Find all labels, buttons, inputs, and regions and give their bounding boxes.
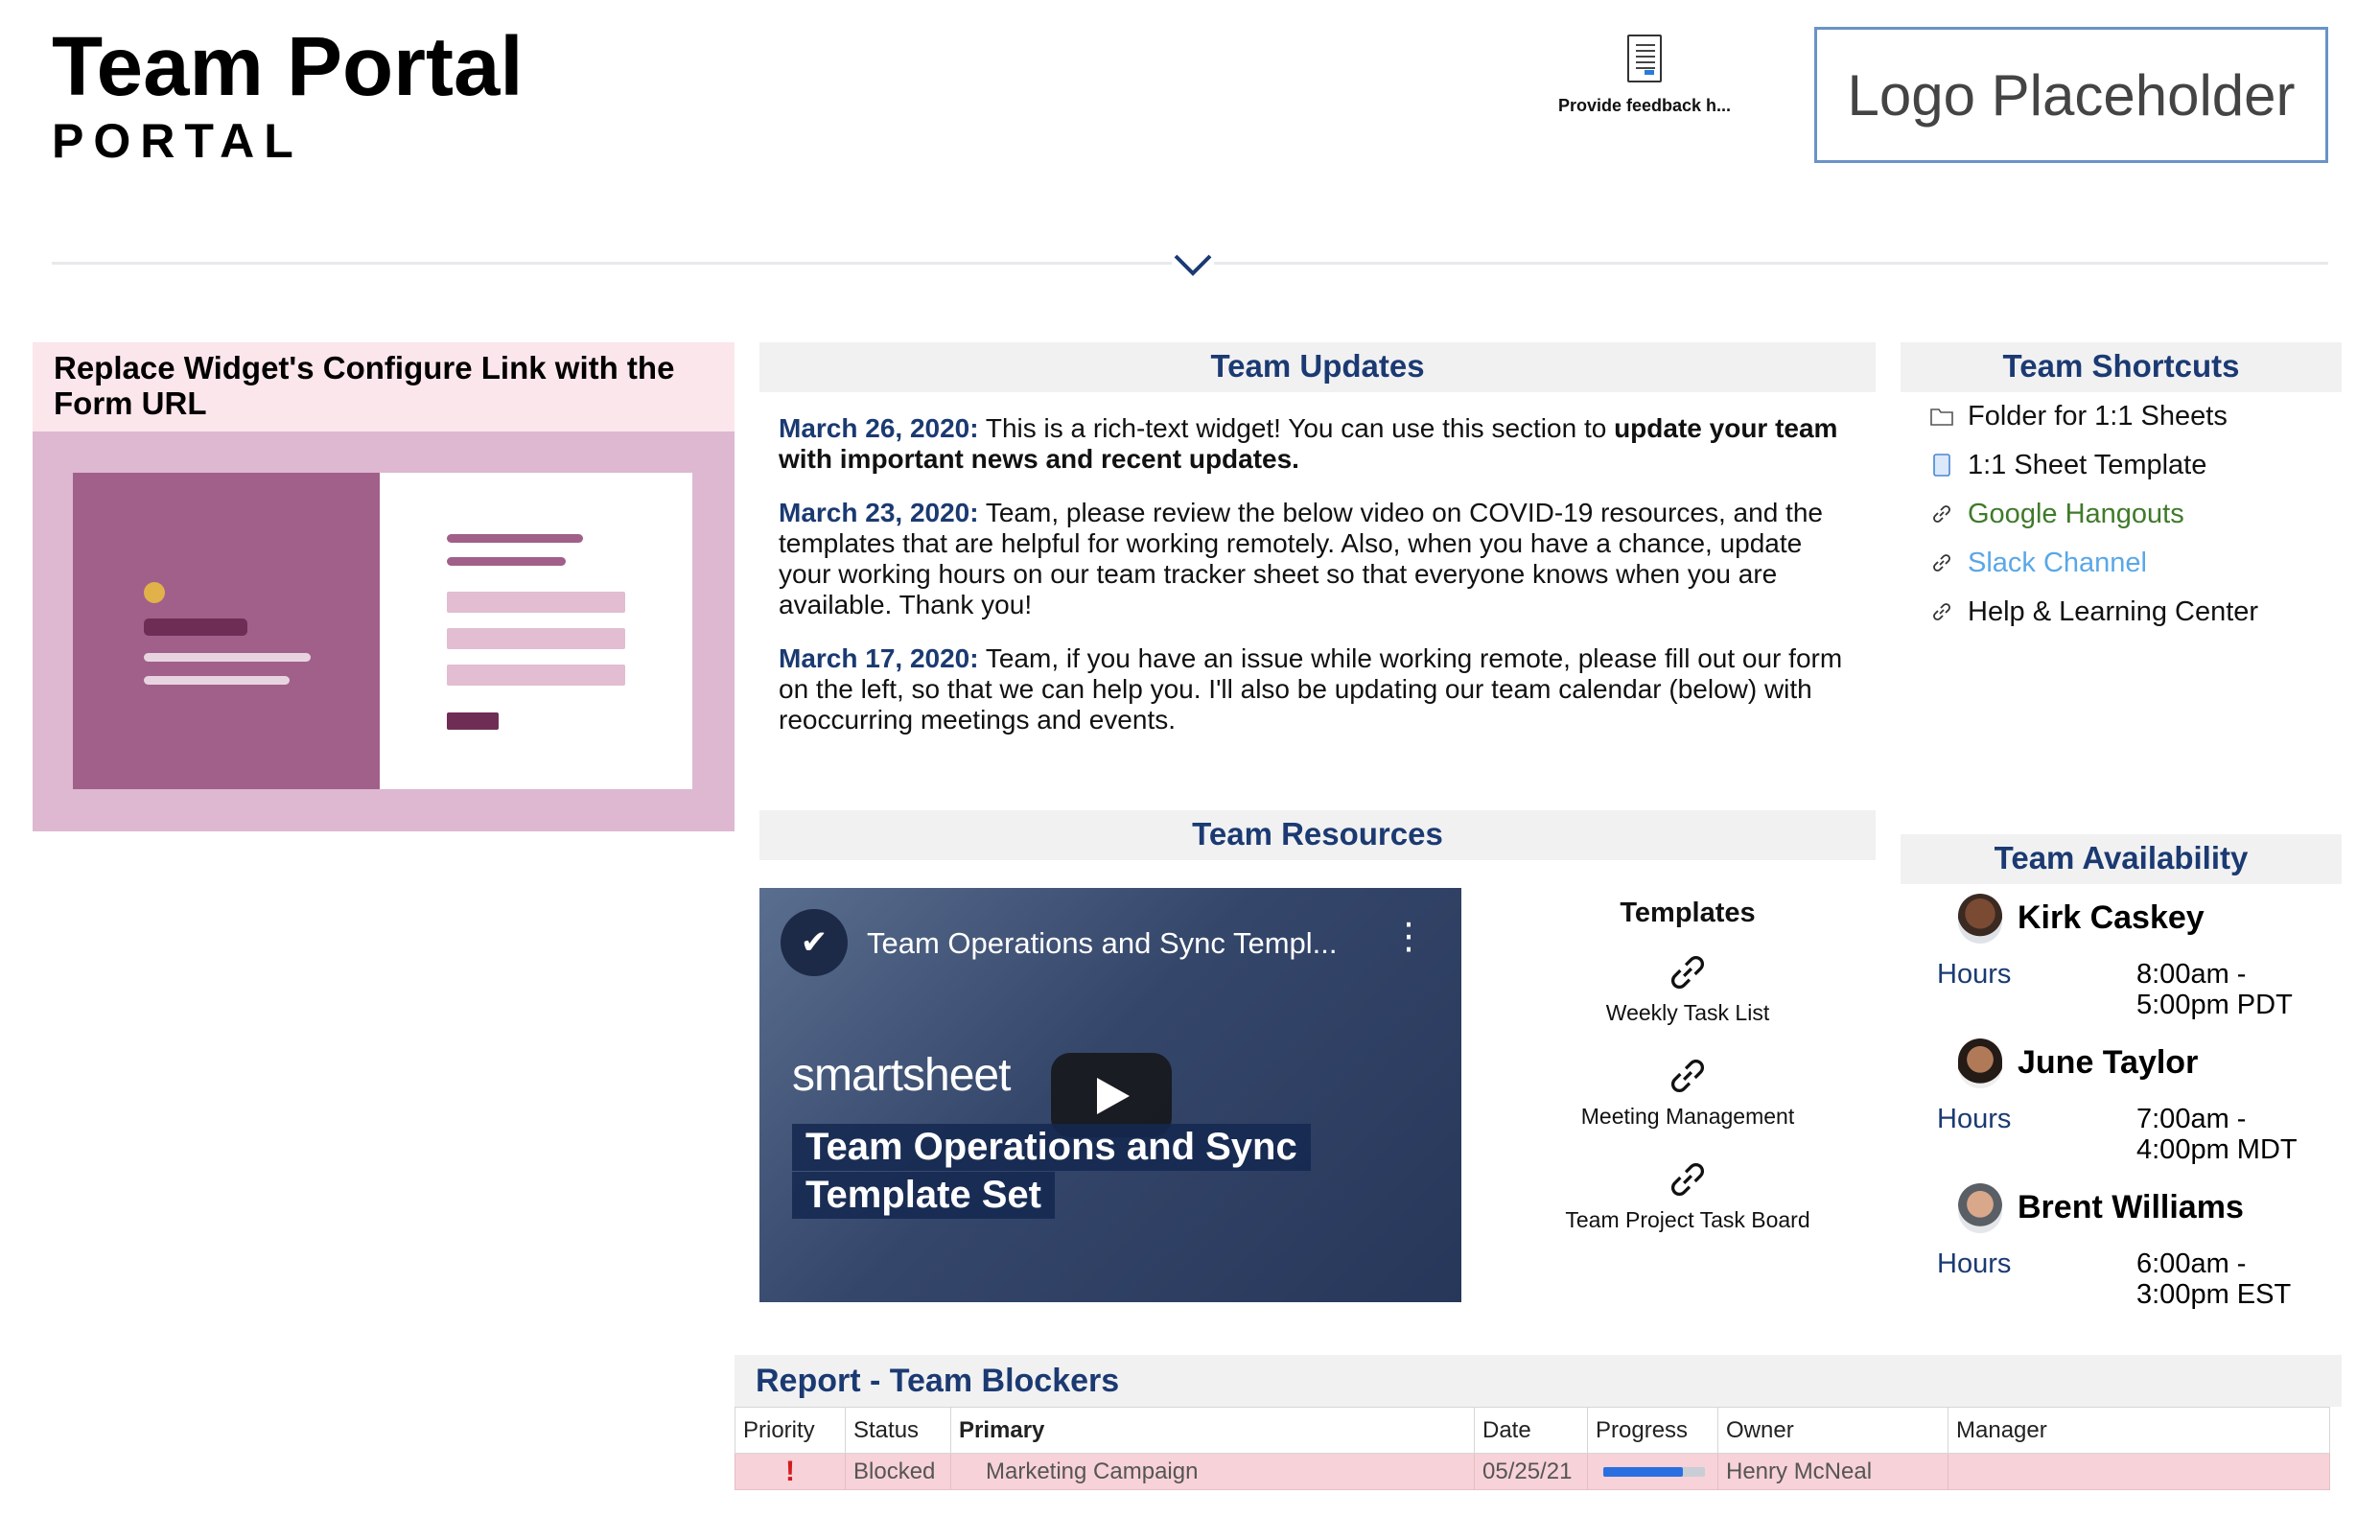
link-icon [1929,600,1954,623]
date-cell: 05/25/21 [1474,1453,1588,1490]
video-caption-line1: Team Operations and Sync [792,1124,1311,1171]
column-header[interactable]: Progress [1587,1407,1718,1454]
document-icon [1627,35,1662,82]
report-title: Report - Team Blockers [735,1355,2342,1407]
column-header[interactable]: Owner [1717,1407,1948,1454]
more-options-icon[interactable]: ⋮ [1390,919,1427,955]
link-icon [1515,1157,1860,1203]
page-title: Team Portal [52,20,524,113]
shortcut-sheet-template[interactable]: 1:1 Sheet Template [1929,449,2206,481]
progress-bar [1603,1466,1705,1477]
progress-fill [1603,1466,1683,1477]
page-subtitle: PORTAL [52,114,303,168]
team-resources-widget: Team Resources [759,810,1876,860]
update-entry: March 17, 2020: Team, if you have an iss… [779,643,1843,735]
update-entry: March 23, 2020: Team, please review the … [779,498,1823,619]
form-illustration [73,473,692,789]
form-widget[interactable]: Replace Widget's Configure Link with the… [33,342,735,831]
team-shortcuts-widget: Team Shortcuts Folder for 1:1 Sheets 1:1… [1901,342,2342,649]
chevron-down-icon[interactable] [1172,248,1214,281]
video-title[interactable]: Team Operations and Sync Templ... [867,926,1338,961]
avatar [1958,1183,2002,1233]
status-cell: Blocked [845,1453,951,1490]
shortcut-google-hangouts[interactable]: Google Hangouts [1929,498,2184,530]
priority-icon: ! [735,1453,846,1490]
link-icon [1929,502,1954,525]
team-availability-widget: Team Availability Kirk Caskey Hours 8:00… [1901,834,2342,1314]
progress-cell [1587,1453,1718,1490]
team-resources-title: Team Resources [759,810,1876,860]
shortcut-slack-channel[interactable]: Slack Channel [1929,547,2147,579]
column-header[interactable]: Manager [1948,1407,2330,1454]
team-updates-widget: Team Updates March 26, 2020: This is a r… [759,342,1876,758]
report-team-blockers: Report - Team Blockers Priority Status P… [735,1355,2342,1490]
team-availability-title: Team Availability [1901,834,2342,884]
smartsheet-logo: smartsheet [792,1050,1011,1101]
team-updates-title: Team Updates [759,342,1876,392]
column-header[interactable]: Status [845,1407,951,1454]
shortcut-folder[interactable]: Folder for 1:1 Sheets [1929,400,2228,432]
templates-heading: Templates [1620,898,1756,928]
template-link[interactable]: Weekly Task List [1515,950,1860,1054]
templates-list: Templates Weekly Task List Meeting Manag… [1515,898,1860,1261]
video-caption-line2: Template Set [792,1172,1055,1219]
column-header[interactable]: Priority [735,1407,846,1454]
primary-cell: Marketing Campaign [950,1453,1475,1490]
feedback-label: Provide feedback h... [1557,96,1732,115]
link-icon [1515,1054,1860,1100]
owner-cell: Henry McNeal [1717,1453,1948,1490]
link-icon [1515,950,1860,996]
table-row[interactable]: ! Blocked Marketing Campaign 05/25/21 He… [735,1453,2330,1490]
report-table: Priority Status Primary Date Progress Ow… [735,1407,2330,1490]
feedback-link[interactable]: Provide feedback h... [1544,35,1745,116]
video-player[interactable]: ✔ Team Operations and Sync Templ... ⋮ sm… [759,888,1461,1302]
folder-icon [1929,407,1954,426]
avatar [1958,894,2002,944]
template-link[interactable]: Meeting Management [1515,1054,1860,1157]
column-header[interactable]: Primary [950,1407,1475,1454]
manager-cell [1948,1453,2330,1490]
avatar [1958,1038,2002,1088]
logo-placeholder: Logo Placeholder [1814,27,2328,163]
link-icon [1929,551,1954,574]
form-widget-title: Replace Widget's Configure Link with the… [33,342,735,432]
template-link[interactable]: Team Project Task Board [1515,1157,1860,1261]
team-shortcuts-title: Team Shortcuts [1901,342,2342,392]
update-entry: March 26, 2020: This is a rich-text widg… [779,413,1838,474]
sheet-icon [1929,454,1954,477]
column-header[interactable]: Date [1474,1407,1588,1454]
shortcut-help-center[interactable]: Help & Learning Center [1929,595,2258,628]
channel-avatar[interactable]: ✔ [781,909,848,976]
